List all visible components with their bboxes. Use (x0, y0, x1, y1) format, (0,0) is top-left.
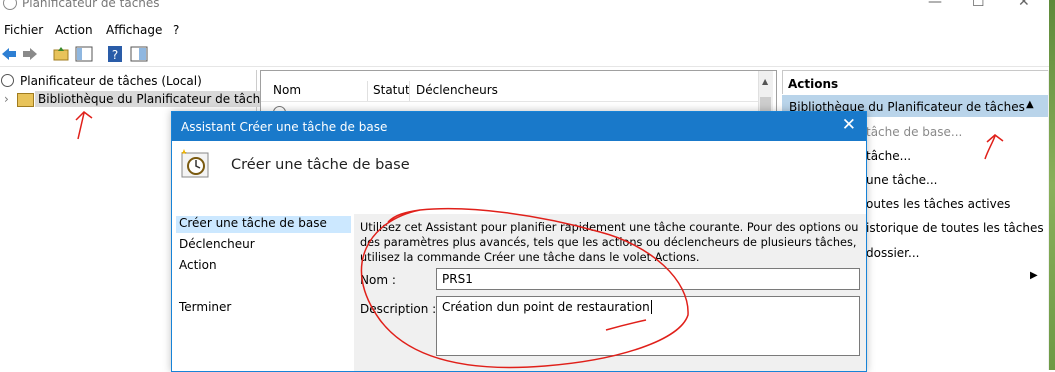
action-show-running-tasks[interactable]: outes les tâches actives (866, 197, 1010, 211)
menu-fichier[interactable]: Fichier (4, 23, 43, 37)
name-field[interactable]: PRS1 (436, 268, 860, 290)
window-title: Planificateur de tâches (22, 0, 160, 10)
submenu-arrow-icon[interactable]: ▶ (1030, 270, 1038, 281)
folder-up-icon[interactable] (52, 45, 70, 63)
column-statut[interactable]: Statut (373, 83, 410, 97)
description-field[interactable]: Création dun point de restauration (436, 296, 860, 356)
expand-chevron-icon[interactable]: › (4, 92, 9, 106)
dialog-heading: Créer une tâche de base (231, 157, 410, 173)
step-action[interactable]: Action (176, 258, 351, 275)
minimize-icon[interactable]: — (928, 0, 942, 10)
action-create-task[interactable]: tâche... (866, 149, 911, 163)
action-import-task[interactable]: une tâche... (866, 173, 938, 187)
action-new-folder[interactable]: dossier... (866, 246, 919, 260)
scroll-up-icon[interactable]: ▲ (762, 77, 768, 86)
svg-text:?: ? (112, 48, 118, 62)
dialog-header: Créer une tâche de base (172, 141, 866, 201)
description-text: Création dun point de restauration (442, 300, 650, 314)
list-header: Nom Statut Déclencheurs (261, 79, 773, 102)
window-title-bar: Planificateur de tâches — ☐ ✕ (0, 0, 1055, 14)
maximize-icon[interactable]: ☐ (972, 0, 985, 10)
task-wizard-icon (181, 149, 209, 178)
menu-bar: Fichier Action Affichage ? (0, 20, 1055, 40)
wizard-intro-text: Utilisez cet Assistant pour planifier ra… (360, 221, 859, 264)
create-basic-task-dialog: Assistant Créer une tâche de base ✕ Crée… (171, 111, 867, 372)
tree-library-label: Bibliothèque du Planificateur de tâches (35, 91, 277, 107)
menu-affichage[interactable]: Affichage (106, 23, 162, 37)
column-declencheurs[interactable]: Déclencheurs (416, 83, 498, 97)
text-cursor (650, 300, 652, 314)
clock-icon (1, 74, 14, 87)
properties-icon[interactable] (130, 45, 148, 63)
column-separator (409, 81, 410, 101)
column-separator (367, 81, 368, 101)
action-create-basic-task[interactable]: tâche de base... (866, 125, 962, 139)
task-scheduler-app-icon (3, 0, 17, 10)
step-trigger[interactable]: Déclencheur (176, 237, 351, 254)
show-hide-pane-icon[interactable] (75, 45, 93, 63)
collapse-up-icon[interactable]: ▲ (1026, 99, 1034, 110)
actions-header-label: Actions (788, 77, 839, 91)
folder-clock-icon (17, 93, 34, 107)
toolbar: ? (0, 42, 1055, 67)
action-enable-history[interactable]: istorique de toutes les tâches (866, 221, 1044, 235)
close-icon[interactable]: ✕ (842, 115, 856, 135)
back-arrow-icon[interactable] (0, 45, 18, 63)
wizard-steps: Créer une tâche de base Déclencheur Acti… (176, 214, 351, 371)
menu-help[interactable]: ? (173, 23, 179, 37)
forward-arrow-icon[interactable] (21, 45, 39, 63)
dialog-title: Assistant Créer une tâche de base (181, 120, 388, 134)
dialog-title-bar: Assistant Créer une tâche de base ✕ (172, 112, 866, 141)
help-icon[interactable]: ? (106, 45, 124, 63)
description-label: Description : (360, 302, 437, 316)
wizard-content: Utilisez cet Assistant pour planifier ra… (354, 214, 866, 371)
close-window-icon[interactable]: ✕ (1018, 0, 1030, 10)
tree-root-label: Planificateur de tâches (Local) (20, 74, 202, 88)
step-create-basic-task[interactable]: Créer une tâche de base (176, 216, 351, 233)
desktop-background-strip (1049, 0, 1055, 370)
actions-header: Actions (782, 70, 1055, 94)
column-nom[interactable]: Nom (273, 83, 301, 97)
name-label: Nom : (360, 273, 396, 287)
step-finish[interactable]: Terminer (176, 300, 351, 317)
menu-action[interactable]: Action (55, 23, 93, 37)
